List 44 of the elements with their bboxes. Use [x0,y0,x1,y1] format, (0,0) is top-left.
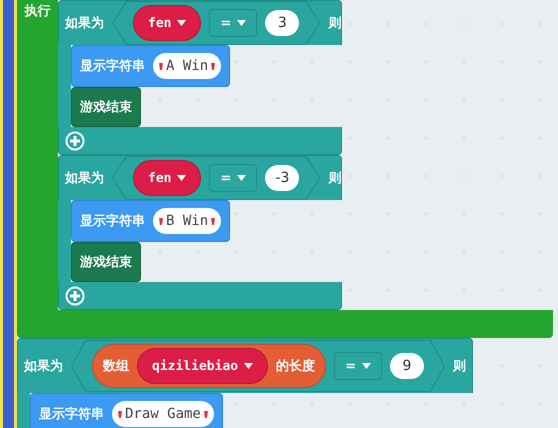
caret-icon [237,20,246,26]
show-string-block[interactable]: 显示字符串 A Win [71,45,230,87]
caret-icon [244,363,254,369]
caret-icon [177,175,186,181]
block-label: 则 [453,358,466,375]
block-label: 则 [328,15,342,32]
quote-icon [211,62,216,70]
if-block-header[interactable]: 如果为 数组 qiziliebiao 的长度 = 9 则 [17,338,473,393]
if-block-header[interactable]: 如果为 fen = 3 则 [58,0,342,45]
game-over-block[interactable]: 游戏结束 [71,87,141,127]
add-icon[interactable] [65,130,85,150]
number-field[interactable]: 3 [265,10,300,36]
string-field[interactable]: B Win [153,208,222,234]
block-label: 执行 [24,3,50,20]
block-label: 显示字符串 [39,406,104,423]
variable-dropdown[interactable]: fen [133,160,202,196]
block-label: 的长度 [276,358,316,375]
quote-icon [204,410,208,418]
quote-icon [159,62,163,70]
variable-dropdown[interactable]: qiziliebiao [137,348,268,384]
caret-icon [362,363,371,369]
string-field[interactable]: Draw Game [112,401,214,427]
block-label: 如果为 [65,170,104,187]
block-label: 如果为 [65,15,104,32]
number-field[interactable]: 9 [390,353,424,379]
quote-icon [118,410,122,418]
block-label: 显示字符串 [80,58,145,75]
string-field[interactable]: A Win [153,53,222,79]
block-label: 显示字符串 [80,212,145,230]
array-length-block[interactable]: 数组 qiziliebiao 的长度 [92,344,326,388]
variable-dropdown[interactable]: fen [133,5,202,41]
block-label: 则 [328,170,342,187]
if-block-header[interactable]: 如果为 fen = -3 则 [58,155,342,200]
add-icon[interactable] [65,286,85,306]
caret-icon [237,175,246,181]
number-field[interactable]: -3 [265,165,300,191]
quote-icon [159,218,163,224]
quote-icon [211,218,216,224]
game-over-block[interactable]: 游戏结束 [71,242,141,282]
show-string-block[interactable]: 显示字符串 B Win [71,200,230,242]
block-label: 数组 [103,358,129,375]
show-string-block[interactable]: 显示字符串 Draw Game [30,393,223,428]
caret-icon [177,20,186,26]
block-label: 如果为 [24,358,63,375]
